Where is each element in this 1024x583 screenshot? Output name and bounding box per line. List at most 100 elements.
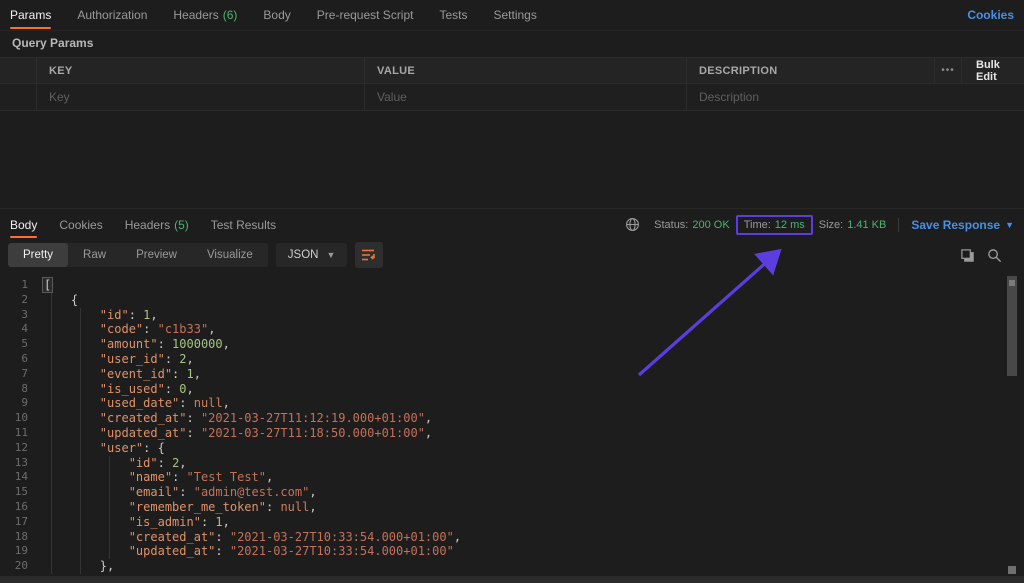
line-content: "used_date": null,: [34, 396, 230, 411]
size-indicator: Size: 1.41 KB: [819, 219, 887, 231]
code-line: 10 "created_at": "2021-03-27T11:12:19.00…: [0, 411, 1024, 426]
line-content: {: [34, 293, 78, 308]
line-number: 9: [0, 396, 34, 411]
code-line: 4 "code": "c1b33",: [0, 322, 1024, 337]
line-number: 1: [0, 278, 34, 293]
copy-icon[interactable]: [960, 248, 975, 263]
code-line: 5 "amount": 1000000,: [0, 337, 1024, 352]
search-icon[interactable]: [987, 248, 1002, 263]
request-tab-headers[interactable]: Headers(6): [173, 0, 237, 31]
line-number: 16: [0, 500, 34, 515]
tab-label: Body: [263, 8, 290, 22]
request-tab-body[interactable]: Body: [263, 0, 290, 31]
response-meta: Status: 200 OK Time: 12 ms Size: 1.41 KB…: [625, 215, 1014, 235]
line-number: 5: [0, 337, 34, 352]
request-tab-pre-request-script[interactable]: Pre-request Script: [317, 0, 414, 31]
code-line: 16 "remember_me_token": null,: [0, 500, 1024, 515]
description-column-header: DESCRIPTION: [687, 58, 935, 83]
response-body-editor[interactable]: 1[2 {3 "id": 1,4 "code": "c1b33",5 "amou…: [0, 272, 1024, 576]
indent-guide: [80, 308, 81, 574]
response-tab-body[interactable]: Body: [10, 209, 37, 241]
line-content: "updated_at": "2021-03-27T10:33:54.000+0…: [34, 544, 454, 559]
bottom-bar: [0, 576, 1024, 583]
tab-label: Params: [10, 8, 51, 22]
line-content: },: [34, 559, 114, 574]
line-number: 13: [0, 456, 34, 471]
view-tab-pretty[interactable]: Pretty: [8, 243, 68, 267]
request-tab-bar: Params Authorization Headers(6) Body Pre-req…: [0, 0, 1024, 31]
tab-label: Tests: [439, 8, 467, 22]
response-tab-cookies[interactable]: Cookies: [59, 209, 102, 241]
params-header-row: KEY VALUE DESCRIPTION ••• Bulk Edit: [0, 57, 1024, 84]
line-content: "created_at": "2021-03-27T11:12:19.000+0…: [34, 411, 432, 426]
status-indicator: Status: 200 OK: [654, 219, 730, 231]
code-line: 7 "event_id": 1,: [0, 367, 1024, 382]
line-content: "code": "c1b33",: [34, 322, 215, 337]
code-line: 3 "id": 1,: [0, 308, 1024, 323]
code-line: 6 "user_id": 2,: [0, 352, 1024, 367]
code-line: 1[: [0, 278, 1024, 293]
scrollbar-thumb[interactable]: [1007, 276, 1017, 376]
save-response-button[interactable]: Save Response ▼: [911, 218, 1014, 232]
more-options-icon[interactable]: •••: [941, 65, 955, 76]
meta-divider: [898, 218, 899, 232]
line-number: 3: [0, 308, 34, 323]
line-content: "event_id": 1,: [34, 367, 201, 382]
request-tabs-container: Params Authorization Headers(6) Body Pre-req…: [10, 0, 563, 31]
line-content: "id": 1,: [34, 308, 158, 323]
line-number: 14: [0, 470, 34, 485]
cookies-link[interactable]: Cookies: [967, 8, 1014, 22]
query-params-table: KEY VALUE DESCRIPTION ••• Bulk Edit Key …: [0, 57, 1024, 111]
key-input[interactable]: Key: [37, 84, 365, 110]
request-tab-params[interactable]: Params: [10, 0, 51, 31]
line-content: "user_id": 2,: [34, 352, 194, 367]
line-number: 8: [0, 382, 34, 397]
status-label: Status:: [654, 219, 688, 231]
line-number: 7: [0, 367, 34, 382]
response-view-toolbar: PrettyRawPreviewVisualize JSON ▼: [0, 240, 1024, 270]
request-tab-authorization[interactable]: Authorization: [77, 0, 147, 31]
size-value: 1.41 KB: [847, 219, 886, 231]
view-tab-raw[interactable]: Raw: [68, 243, 121, 267]
view-mode-segmented-control: PrettyRawPreviewVisualize: [8, 243, 268, 267]
line-number: 4: [0, 322, 34, 337]
description-input[interactable]: Description: [687, 84, 935, 110]
bulk-edit-button[interactable]: Bulk Edit: [976, 59, 1012, 83]
view-tab-visualize[interactable]: Visualize: [192, 243, 268, 267]
indent-guide: [109, 456, 110, 559]
time-indicator-highlighted: Time: 12 ms: [736, 215, 813, 235]
code-line: 9 "used_date": null,: [0, 396, 1024, 411]
postman-window: Params Authorization Headers(6) Body Pre-req…: [0, 0, 1024, 583]
line-content: "user": {: [34, 441, 165, 456]
scrollbar-marker: [1008, 566, 1016, 574]
language-dropdown[interactable]: JSON ▼: [276, 243, 348, 267]
line-number: 15: [0, 485, 34, 500]
chevron-down-icon: ▼: [1005, 220, 1014, 230]
network-globe-icon[interactable]: [625, 217, 640, 232]
line-content: "remember_me_token": null,: [34, 500, 317, 515]
view-tab-preview[interactable]: Preview: [121, 243, 192, 267]
response-tab-headers[interactable]: Headers(5): [125, 209, 189, 241]
request-tab-tests[interactable]: Tests: [439, 0, 467, 31]
select-all-cell: [0, 58, 37, 83]
save-response-label: Save Response: [911, 218, 1000, 232]
response-tab-test-results[interactable]: Test Results: [211, 209, 276, 241]
key-column-header: KEY: [37, 58, 365, 83]
code-line: 18 "created_at": "2021-03-27T10:33:54.00…: [0, 530, 1024, 545]
line-number: 19: [0, 544, 34, 559]
line-number: 2: [0, 293, 34, 308]
response-action-icons: [960, 248, 1016, 263]
beautify-icon: [361, 248, 377, 262]
beautify-button[interactable]: [355, 242, 383, 268]
row-bulk-cell: [962, 84, 1024, 110]
request-tab-settings[interactable]: Settings: [494, 0, 537, 31]
vertical-scrollbar[interactable]: [1007, 274, 1017, 574]
code-line: 13 "id": 2,: [0, 456, 1024, 471]
code-line: 14 "name": "Test Test",: [0, 470, 1024, 485]
code-lines: 1[2 {3 "id": 1,4 "code": "c1b33",5 "amou…: [0, 278, 1024, 574]
value-input[interactable]: Value: [365, 84, 687, 110]
line-number: 18: [0, 530, 34, 545]
code-line: 20 },: [0, 559, 1024, 574]
bulk-edit-cell: Bulk Edit: [962, 58, 1024, 83]
tab-label: Headers: [125, 218, 170, 232]
